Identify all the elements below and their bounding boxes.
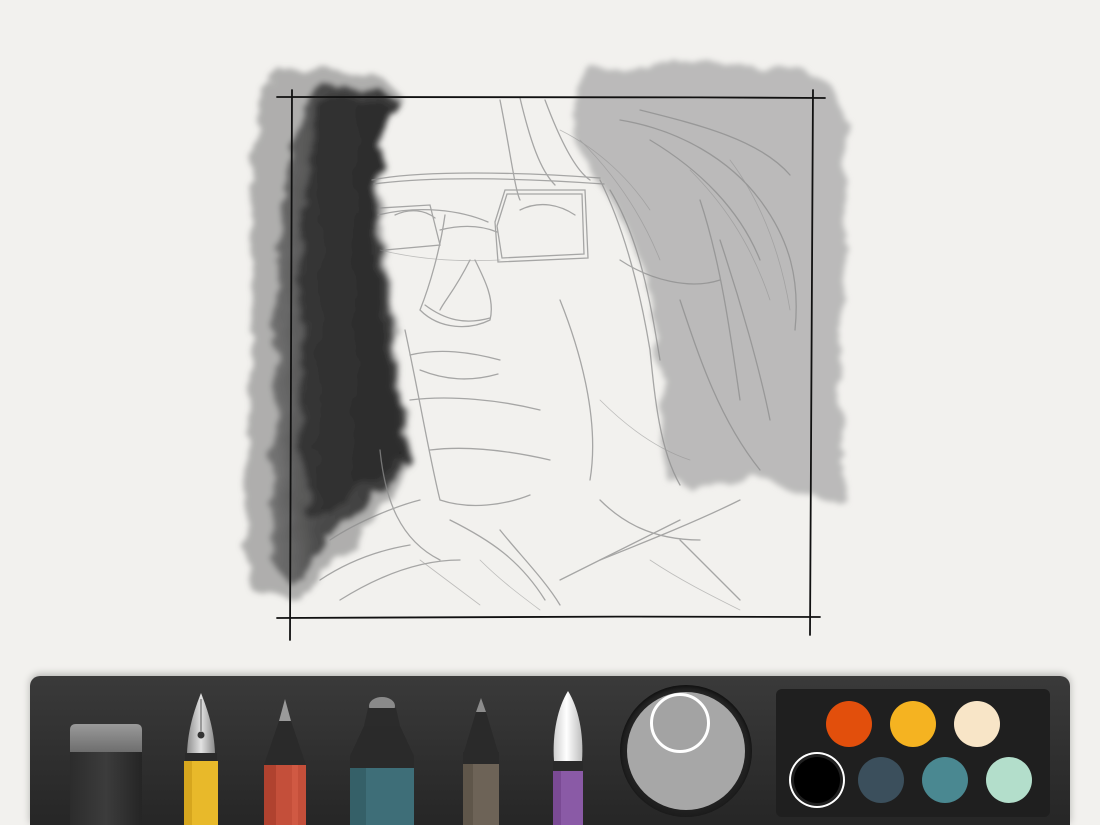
brush-icon (553, 691, 583, 825)
marker-tool[interactable] (348, 696, 416, 825)
tool-tray (30, 676, 1070, 825)
swatch-cream[interactable] (954, 701, 1000, 747)
current-color-indicator (650, 693, 710, 753)
swatch-teal[interactable] (922, 757, 968, 803)
swatch-black[interactable] (794, 757, 840, 803)
swatch-mint[interactable] (986, 757, 1032, 803)
sketch-artwork (245, 63, 846, 641)
drawing-canvas[interactable] (0, 0, 1100, 680)
color-palette (776, 689, 1050, 817)
color-mixer[interactable] (620, 685, 752, 817)
marker-icon (350, 697, 414, 825)
eraser-tool[interactable] (68, 722, 144, 825)
brush-bristles (553, 691, 583, 761)
eraser-icon (70, 724, 142, 825)
pencil-tool[interactable] (262, 697, 308, 825)
dark-wash (245, 67, 410, 601)
pen-tool[interactable] (458, 696, 504, 825)
swatch-orange[interactable] (826, 701, 872, 747)
swatch-slate[interactable] (858, 757, 904, 803)
pencil-icon (264, 699, 306, 825)
brush-tool[interactable] (548, 689, 588, 825)
pen-icon (463, 698, 499, 825)
swatch-yellow[interactable] (890, 701, 936, 747)
fountain-pen-tool[interactable] (180, 691, 222, 825)
fountain-pen-icon (184, 693, 218, 825)
